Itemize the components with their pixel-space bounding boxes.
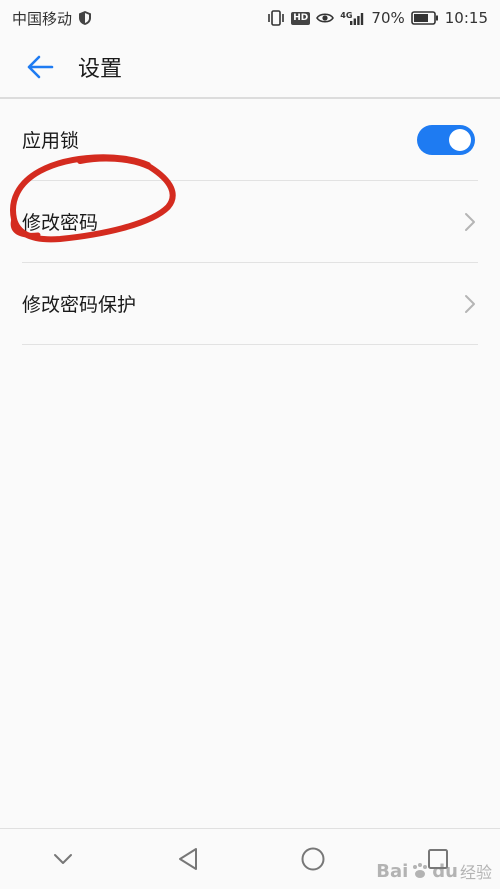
- setting-app-lock[interactable]: 应用锁: [22, 99, 478, 181]
- setting-label: 修改密码保护: [22, 294, 137, 316]
- setting-label: 应用锁: [22, 130, 80, 152]
- back-nav-button[interactable]: [158, 834, 218, 884]
- hd-icon: HD: [291, 11, 311, 25]
- watermark-du: du: [432, 860, 458, 882]
- shield-icon: [78, 10, 92, 26]
- home-nav-button[interactable]: [283, 834, 343, 884]
- battery-label: 70%: [371, 9, 405, 27]
- chevron-down-icon: [53, 853, 73, 865]
- network-type-label: 4G: [340, 11, 353, 20]
- setting-change-password-protection[interactable]: 修改密码保护: [22, 263, 478, 345]
- status-right: HD 4G 70% 10:15: [267, 9, 488, 27]
- app-lock-toggle[interactable]: [417, 124, 475, 155]
- settings-list: 应用锁 修改密码 修改密码保护: [0, 99, 500, 345]
- collapse-nav-button[interactable]: [33, 834, 93, 884]
- back-button[interactable]: [14, 41, 66, 93]
- setting-label: 修改密码: [22, 212, 99, 234]
- arrow-left-icon: [26, 55, 54, 79]
- carrier-label: 中国移动: [12, 9, 73, 28]
- chevron-right-icon: [464, 294, 476, 314]
- baidu-jingyan-watermark: Bai du 经验: [376, 859, 492, 883]
- vibrate-icon: [267, 10, 285, 26]
- status-bar: 中国移动 HD 4G 70% 10:15: [0, 0, 500, 36]
- setting-change-password[interactable]: 修改密码: [22, 181, 478, 263]
- chevron-right-icon: [464, 212, 476, 232]
- page-title: 设置: [78, 57, 123, 82]
- signal-group: 4G: [340, 11, 365, 25]
- toggle-knob: [449, 128, 471, 151]
- home-circle-icon: [300, 846, 326, 872]
- time-label: 10:15: [444, 9, 488, 27]
- back-triangle-icon: [177, 847, 199, 871]
- watermark-jingyan: 经验: [459, 863, 492, 882]
- eye-icon: [316, 12, 335, 24]
- paw-icon: [410, 861, 430, 881]
- battery-icon: [410, 11, 439, 25]
- status-left: 中国移动: [12, 8, 92, 29]
- app-bar: 设置: [0, 36, 500, 98]
- watermark-bai: Bai: [376, 860, 409, 882]
